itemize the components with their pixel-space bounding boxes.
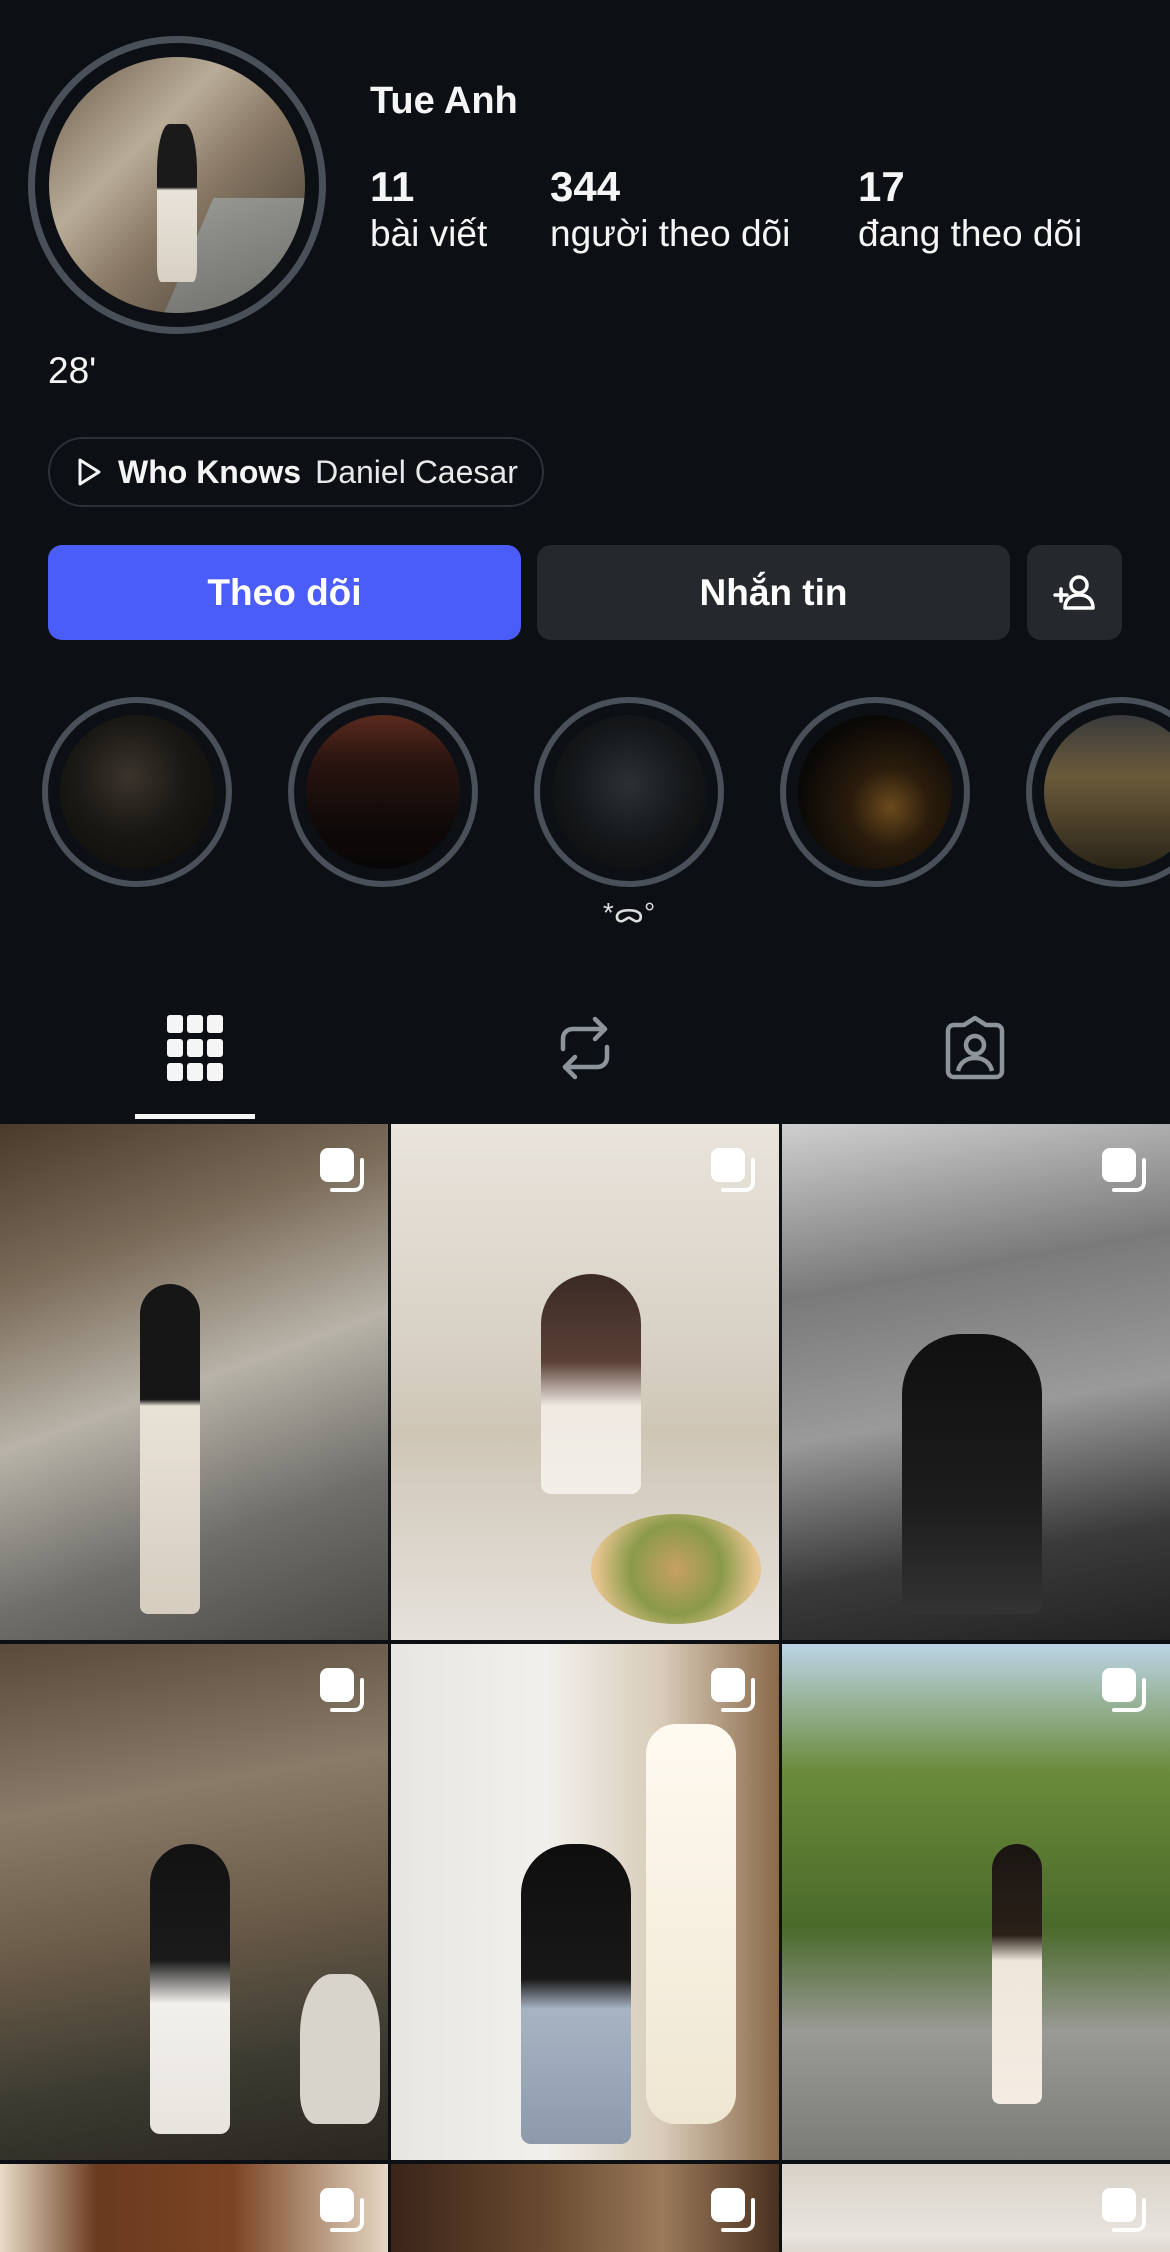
avatar-photo [49, 57, 305, 313]
music-song-title: Who Knows [118, 453, 302, 490]
follow-button[interactable]: Theo dõi [48, 545, 521, 640]
post-thumbnail[interactable] [391, 1644, 779, 2160]
tab-reposts[interactable] [390, 1015, 780, 1115]
posts-grid [0, 1124, 1170, 2252]
multiple-photos-icon [1102, 1148, 1146, 1192]
music-note-button[interactable]: Who Knows Daniel Caesar [48, 437, 544, 507]
music-artist: Daniel Caesar [315, 453, 518, 490]
post-thumbnail[interactable] [0, 1124, 388, 1640]
post-thumbnail[interactable] [391, 2164, 779, 2252]
bio-text: 28' [48, 350, 97, 391]
post-thumbnail[interactable] [0, 1644, 388, 2160]
grid-icon [167, 1015, 223, 1081]
highlight-cover [552, 715, 706, 869]
tagged-icon [945, 1015, 1005, 1080]
message-button[interactable]: Nhắn tin [537, 545, 1010, 640]
post-thumbnail[interactable] [782, 2164, 1170, 2252]
highlight-cover [798, 715, 952, 869]
stat-followers-label: người theo dõi [550, 213, 791, 255]
multiple-photos-icon [320, 2188, 364, 2232]
username: Tue Anh [370, 80, 518, 122]
post-thumbnail[interactable] [391, 1124, 779, 1640]
reposts-icon [560, 1016, 610, 1080]
tab-tagged[interactable] [780, 1015, 1170, 1115]
multiple-photos-icon [1102, 2188, 1146, 2232]
suggest-accounts-button[interactable] [1027, 545, 1122, 640]
multiple-photos-icon [320, 1668, 364, 1712]
story-highlight[interactable] [288, 697, 478, 887]
stat-posts-value: 11 [370, 163, 415, 210]
stat-following-value: 17 [858, 163, 905, 210]
stat-followers-value: 344 [550, 163, 621, 210]
highlight-cover [60, 715, 214, 869]
multiple-photos-icon [320, 1148, 364, 1192]
multiple-photos-icon [1102, 1668, 1146, 1712]
highlight-label: *ᯅ° [602, 897, 656, 928]
post-thumbnail[interactable] [0, 2164, 388, 2252]
multiple-photos-icon [711, 1668, 755, 1712]
play-icon [78, 458, 101, 486]
story-highlight[interactable] [534, 697, 724, 887]
highlight-cover [1044, 715, 1170, 869]
stat-followers[interactable]: 344 người theo dõi [550, 163, 791, 257]
profile-avatar[interactable] [28, 36, 326, 334]
multiple-photos-icon [711, 1148, 755, 1192]
post-thumbnail[interactable] [782, 1124, 1170, 1640]
story-highlight[interactable] [42, 697, 232, 887]
post-thumbnail[interactable] [782, 1644, 1170, 2160]
highlight-cover [306, 715, 460, 869]
multiple-photos-icon [711, 2188, 755, 2232]
stat-following-label: đang theo dõi [858, 213, 1083, 255]
stat-posts[interactable]: 11 bài viết [370, 163, 488, 257]
story-highlight[interactable] [1026, 697, 1170, 887]
active-tab-indicator [135, 1114, 255, 1119]
story-highlight[interactable] [780, 697, 970, 887]
tab-posts[interactable] [0, 1015, 390, 1115]
stat-posts-label: bài viết [370, 213, 488, 255]
stat-following[interactable]: 17 đang theo dõi [858, 163, 1083, 257]
add-person-icon [1052, 574, 1095, 610]
